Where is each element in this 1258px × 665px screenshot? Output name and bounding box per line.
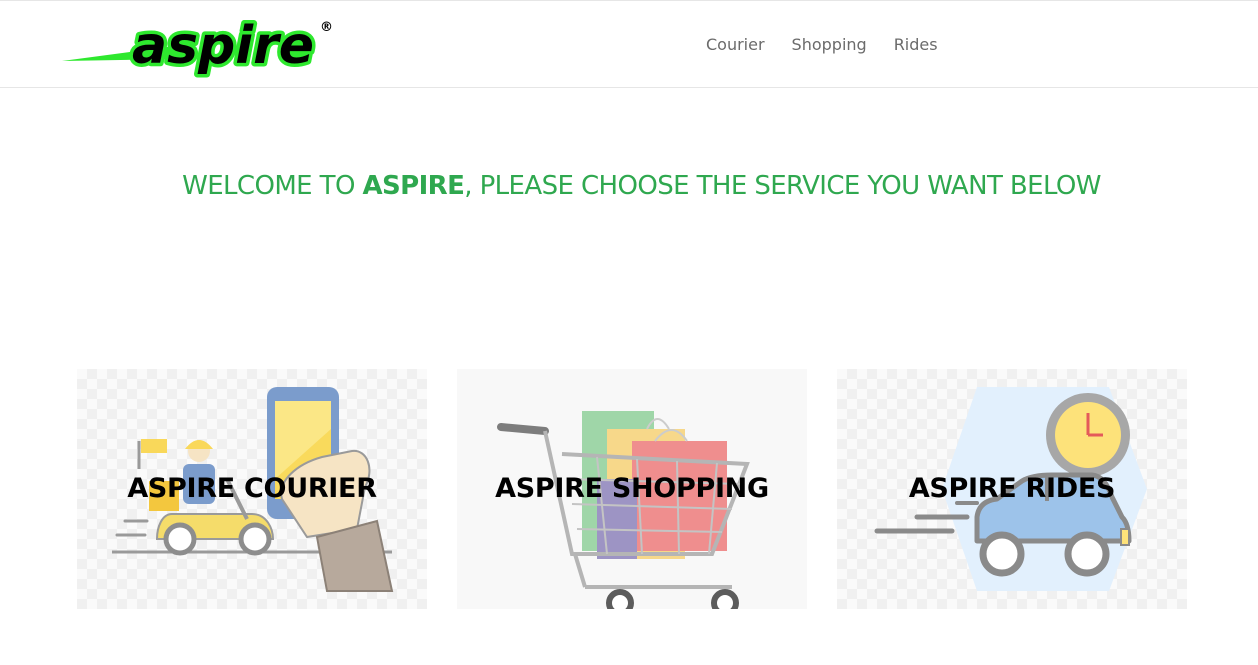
welcome-prefix: WELCOME TO — [182, 171, 363, 201]
service-card-courier[interactable]: ASPIRE COURIER — [77, 369, 427, 609]
service-title-rides: ASPIRE RIDES — [908, 473, 1116, 504]
main-nav: Courier Shopping Rides — [706, 34, 965, 56]
nav-courier[interactable]: Courier — [706, 34, 765, 56]
site-header: aspire aspire ® Courier Shopping Rides — [0, 1, 1258, 88]
welcome-suffix: , PLEASE CHOOSE THE SERVICE YOU WANT BEL… — [464, 171, 1101, 201]
logo-text: aspire — [132, 16, 314, 76]
nav-shopping[interactable]: Shopping — [792, 34, 867, 56]
service-card-rides[interactable]: ASPIRE RIDES — [837, 369, 1187, 609]
aspire-logo[interactable]: aspire aspire ® — [62, 9, 337, 83]
service-title-courier: ASPIRE COURIER — [127, 473, 377, 504]
registered-mark: ® — [320, 20, 333, 35]
welcome-brand: ASPIRE — [362, 171, 465, 201]
service-card-shopping[interactable]: ASPIRE SHOPPING — [457, 369, 807, 609]
service-title-shopping: ASPIRE SHOPPING — [495, 473, 769, 504]
nav-rides[interactable]: Rides — [894, 34, 938, 56]
welcome-heading: WELCOME TO ASPIRE, PLEASE CHOOSE THE SER… — [0, 171, 1258, 201]
